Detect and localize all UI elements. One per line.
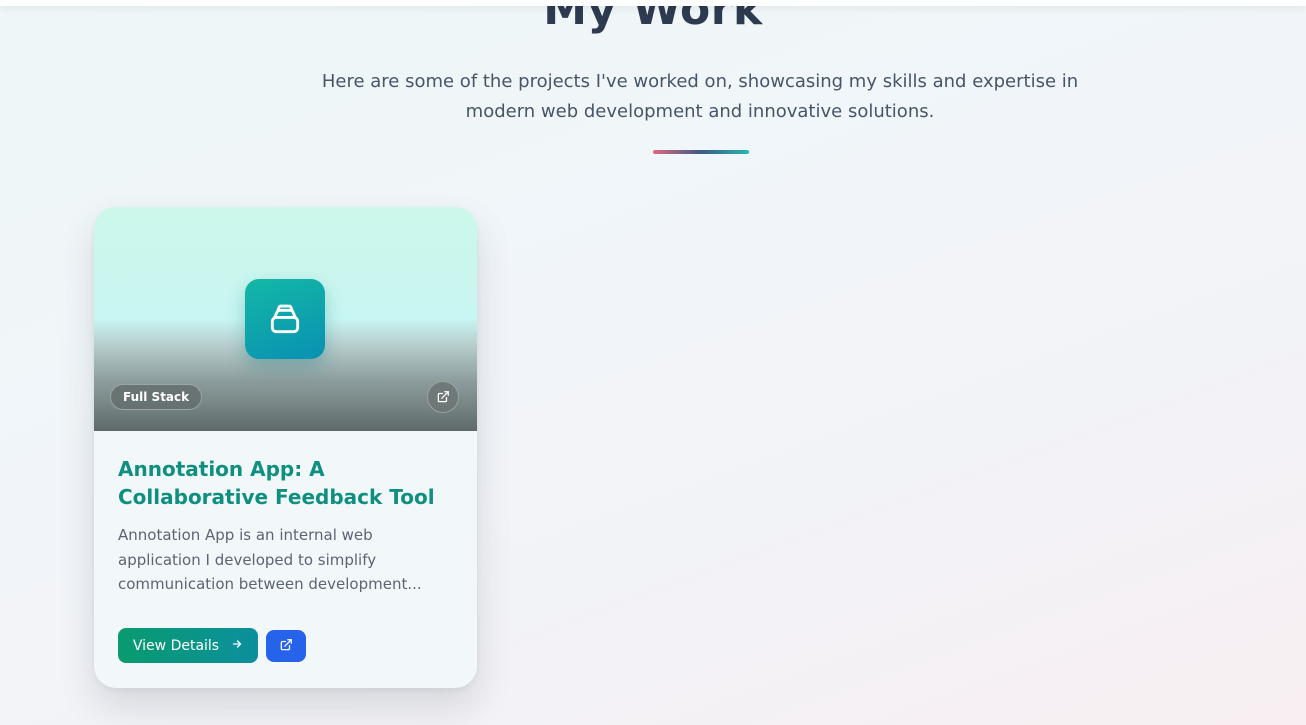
category-badge: Full Stack — [110, 384, 203, 410]
project-description: Annotation App is an internal web applic… — [118, 526, 422, 593]
external-link-icon[interactable] — [427, 381, 459, 413]
title-underline — [653, 150, 749, 154]
header-bar — [0, 0, 1306, 6]
project-thumbnail: Full Stack — [94, 207, 477, 431]
project-title[interactable]: Annotation App: A Collaborative Feedback… — [118, 455, 458, 511]
section-subtitle: Here are some of the projects I've worke… — [321, 71, 1079, 122]
project-card: Full Stack Annotation App: A Collaborati… — [94, 207, 477, 688]
inbox-stack-icon — [245, 279, 325, 359]
view-details-label: View Details — [132, 637, 220, 654]
arrow-right-icon — [231, 638, 243, 654]
open-project-button[interactable] — [266, 630, 306, 662]
external-link-icon — [279, 637, 293, 656]
view-details-button[interactable]: View Details — [118, 628, 258, 663]
